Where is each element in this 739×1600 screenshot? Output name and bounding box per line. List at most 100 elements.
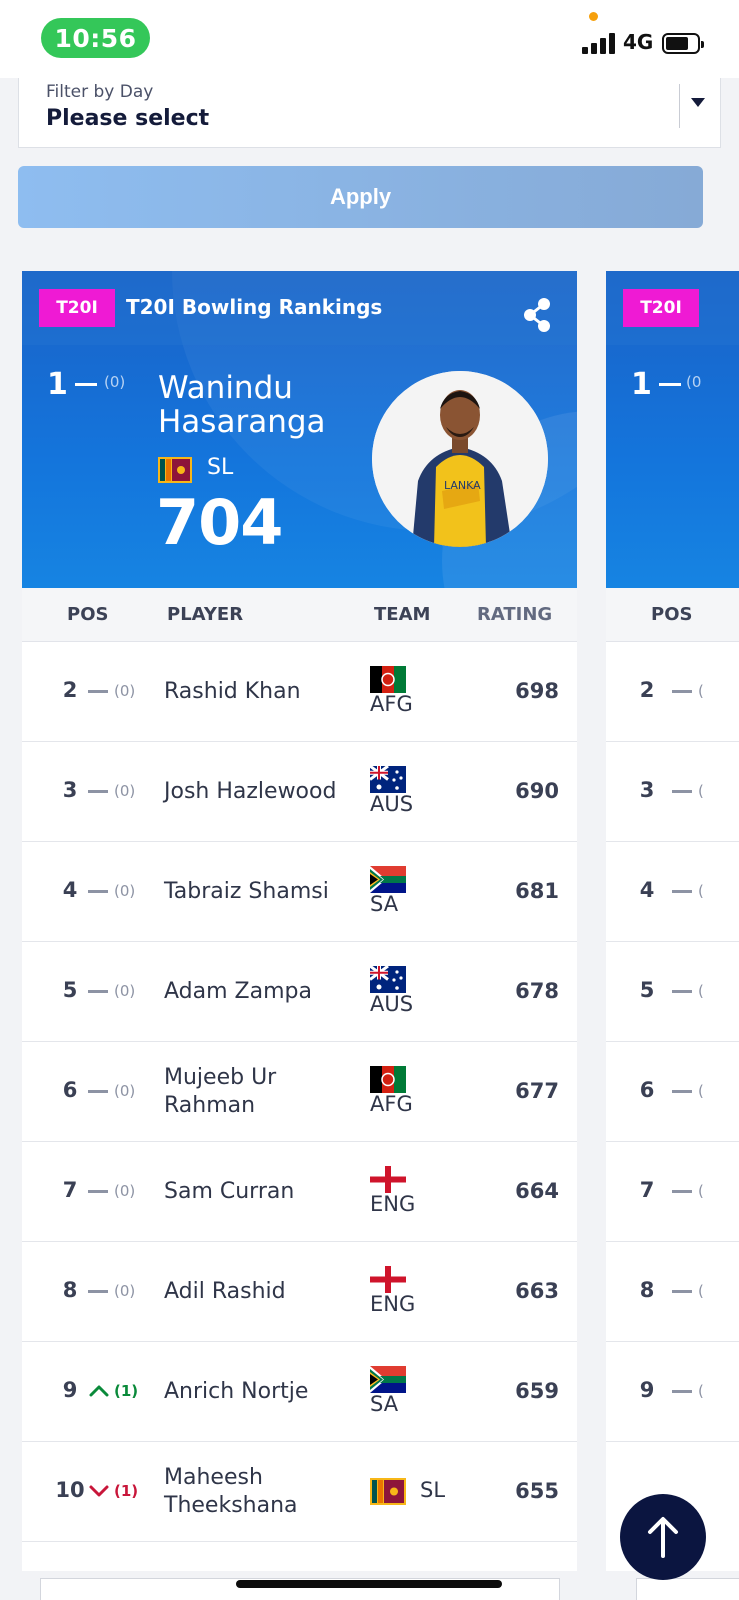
row-player-name[interactable]: Rashid Khan: [164, 678, 364, 706]
table-row[interactable]: 9 (: [606, 1342, 739, 1442]
next-format-badge: T20I: [623, 289, 699, 327]
col-header-player: PLAYER: [167, 604, 244, 625]
home-indicator: [236, 1580, 502, 1588]
row-change: (0): [114, 882, 136, 900]
row-position: 9: [639, 1378, 655, 1402]
table-row[interactable]: 4 (0) Tabraiz Shamsi SA 681: [22, 842, 577, 942]
row-change: (0): [114, 982, 136, 1000]
row-position: 2: [639, 678, 655, 702]
row-player-name[interactable]: Mujeeb Ur Rahman: [164, 1064, 364, 1120]
row-change: (: [698, 1182, 704, 1200]
table-row[interactable]: 7 (: [606, 1142, 739, 1242]
row-position: 9: [62, 1378, 78, 1402]
table-row[interactable]: 5 (0) Adam Zampa AUS 678: [22, 942, 577, 1042]
no-change-icon: [672, 990, 692, 993]
player-photo: LANKA: [372, 371, 548, 547]
aus-flag-icon: [369, 764, 406, 793]
no-change-icon: [88, 790, 108, 793]
row-rating: 678: [515, 979, 559, 1003]
share-icon[interactable]: [522, 297, 552, 333]
table-row[interactable]: 4 (: [606, 842, 739, 942]
row-rating: 677: [515, 1079, 559, 1103]
leader-first-name[interactable]: Wanindu: [158, 370, 293, 406]
row-player-name[interactable]: Anrich Nortje: [164, 1378, 364, 1406]
move-up-icon: [89, 1385, 109, 1397]
card-title: T20I Bowling Rankings: [126, 295, 383, 319]
row-position: 5: [639, 978, 655, 1002]
sl-flag-icon: [158, 457, 192, 483]
row-player-name[interactable]: Sam Curran: [164, 1178, 364, 1206]
row-position: 6: [639, 1078, 655, 1102]
table-row[interactable]: 10 (1) Maheesh Theekshana SL 655: [22, 1442, 577, 1542]
row-team: ENG: [370, 1192, 416, 1216]
rankings-card: T20I T20I Bowling Rankings 1 (0) Wanindu…: [22, 271, 577, 1571]
row-rating: 664: [515, 1179, 559, 1203]
leader-position: 1: [47, 367, 68, 402]
row-position: 10: [55, 1478, 85, 1502]
format-badge: T20I: [39, 289, 115, 327]
table-row[interactable]: 3 (: [606, 742, 739, 842]
no-change-icon: [672, 1190, 692, 1193]
row-rating: 659: [515, 1379, 559, 1403]
leader-last-name[interactable]: Hasaranga: [158, 404, 326, 440]
no-change-icon: [672, 890, 692, 893]
row-team: AFG: [370, 692, 413, 716]
row-team: SL: [420, 1478, 446, 1502]
next-rankings-rows: 2 ( 3 ( 4 ( 5 ( 6 ( 7 ( 8 ( 9 (: [606, 642, 739, 1442]
table-row[interactable]: 6 (: [606, 1042, 739, 1142]
scroll-to-top-button[interactable]: [620, 1494, 706, 1580]
no-change-icon: [88, 990, 108, 993]
table-row[interactable]: 8 (0) Adil Rashid ENG 663: [22, 1242, 577, 1342]
no-change-icon: [659, 383, 681, 386]
chevron-down-icon[interactable]: [691, 98, 705, 107]
next-leader-position: 1: [631, 367, 652, 402]
row-rating: 698: [515, 679, 559, 703]
filter-label: Filter by Day: [46, 82, 154, 102]
row-change: (1): [114, 1382, 139, 1400]
eng-flag-icon: [370, 1166, 406, 1193]
row-player-name[interactable]: Adil Rashid: [164, 1278, 364, 1306]
no-change-icon: [75, 383, 97, 386]
row-player-name[interactable]: Tabraiz Shamsi: [164, 878, 364, 906]
movement-indicator: [88, 1378, 110, 1402]
row-change: (: [698, 682, 704, 700]
table-row[interactable]: 3 (0) Josh Hazlewood AUS 690: [22, 742, 577, 842]
col-header-team: TEAM: [374, 604, 431, 625]
no-change-icon: [88, 1190, 108, 1193]
move-down-icon: [89, 1485, 109, 1497]
row-team: AUS: [370, 792, 414, 816]
next-rankings-card[interactable]: T20I 1 (0 POS 2 ( 3 ( 4 ( 5 ( 6 ( 7 ( 8 …: [606, 271, 739, 1571]
row-player-name[interactable]: Maheesh Theekshana: [164, 1464, 364, 1520]
leader-team: SL: [207, 455, 234, 480]
row-change: (: [698, 782, 704, 800]
row-change: (0): [114, 1082, 136, 1100]
row-player-name[interactable]: Josh Hazlewood: [164, 778, 364, 806]
table-row[interactable]: 9 (1) Anrich Nortje SA 659: [22, 1342, 577, 1442]
filter-divider: [679, 84, 680, 128]
movement-indicator: [88, 678, 110, 702]
table-row[interactable]: 2 (0) Rashid Khan AFG 698: [22, 642, 577, 742]
filter-by-day-select[interactable]: Filter by Day Please select: [18, 78, 721, 148]
row-change: (0): [114, 1282, 136, 1300]
row-team: SA: [370, 1392, 399, 1416]
row-rating: 681: [515, 879, 559, 903]
table-row[interactable]: 6 (0) Mujeeb Ur Rahman AFG 677: [22, 1042, 577, 1142]
table-row[interactable]: 5 (: [606, 942, 739, 1042]
no-change-icon: [672, 690, 692, 693]
table-row[interactable]: 7 (0) Sam Curran ENG 664: [22, 1142, 577, 1242]
signal-icon: [582, 32, 618, 54]
network-label: 4G: [623, 30, 654, 54]
sa-flag-icon: [370, 866, 406, 893]
eng-flag-icon: [370, 1266, 406, 1293]
filter-value: Please select: [46, 106, 210, 131]
row-rating: 663: [515, 1279, 559, 1303]
row-position: 5: [62, 978, 78, 1002]
row-position: 4: [62, 878, 78, 902]
col-header-rating: RATING: [477, 604, 553, 625]
movement-indicator: [88, 1278, 110, 1302]
apply-button[interactable]: Apply: [18, 166, 703, 228]
table-row[interactable]: 2 (: [606, 642, 739, 742]
table-row[interactable]: 8 (: [606, 1242, 739, 1342]
afg-flag-icon: [370, 666, 406, 693]
row-player-name[interactable]: Adam Zampa: [164, 978, 364, 1006]
